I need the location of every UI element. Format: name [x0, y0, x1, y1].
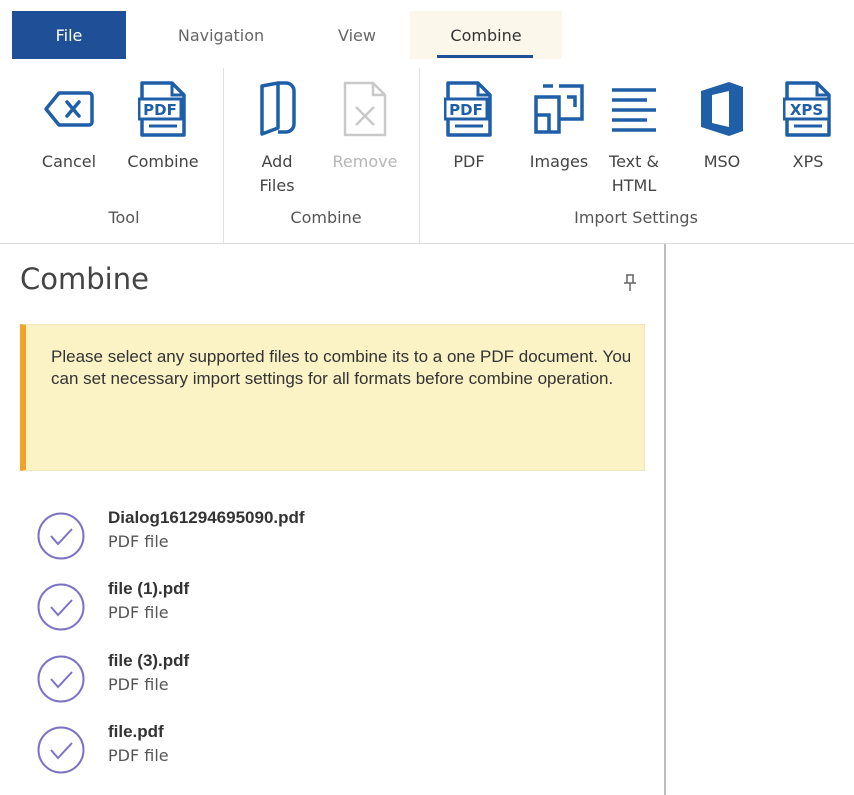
add-files-icon [247, 76, 307, 142]
import-mso-label: MSO [703, 152, 741, 171]
file-name: Dialog161294695090.pdf [108, 508, 305, 527]
import-pdf-button[interactable]: PDF PDF [436, 76, 502, 206]
cancel-label: Cancel [41, 152, 97, 171]
cancel-button[interactable]: Cancel [36, 76, 102, 206]
ribbon-tabs: File Navigation View Combine [0, 0, 854, 60]
file-name: file (3).pdf [108, 651, 190, 670]
pdf-icon-text: PDF [143, 101, 177, 119]
import-text-html-label: Text & HTML [609, 152, 659, 195]
import-xps-button[interactable]: XPS XPS [776, 76, 840, 206]
check-circle-icon [37, 655, 85, 703]
import-text-html-button[interactable]: Text & HTML [602, 76, 666, 206]
pdf-icon-text: PDF [449, 101, 483, 119]
file-type: PDF file [108, 532, 169, 551]
backspace-x-icon [39, 76, 99, 142]
check-circle-icon [37, 512, 85, 560]
remove-file-icon [335, 76, 395, 142]
import-xps-label: XPS [792, 152, 824, 171]
file-type: PDF file [108, 675, 169, 694]
combine-button[interactable]: PDF Combine [114, 76, 212, 206]
xps-icon-text: XPS [790, 101, 823, 119]
active-tab-underline [437, 55, 533, 58]
group-label-combine: Combine [290, 208, 362, 227]
ribbon: Cancel PDF Combine Tool Add Files Remove… [0, 60, 854, 244]
images-grid-icon [529, 76, 589, 142]
text-lines-icon [604, 76, 664, 142]
group-label-import-settings: Import Settings [574, 208, 698, 227]
file-list-item[interactable]: Dialog161294695090.pdf PDF file [36, 504, 636, 562]
import-images-label: Images [529, 152, 589, 171]
remove-label: Remove [332, 152, 398, 171]
info-notice: Please select any supported files to com… [20, 324, 645, 471]
check-circle-icon [37, 726, 85, 774]
combine-panel: Combine Please select any supported file… [0, 244, 662, 795]
file-list-item[interactable]: file.pdf PDF file [36, 718, 636, 776]
pin-icon[interactable] [622, 274, 638, 292]
tab-combine-label: Combine [450, 25, 522, 45]
tab-navigation[interactable]: Navigation [150, 11, 292, 59]
group-label-tool: Tool [108, 208, 140, 227]
file-type: PDF file [108, 603, 169, 622]
file-list-item[interactable]: file (1).pdf PDF file [36, 575, 636, 633]
check-circle-icon [37, 583, 85, 631]
pdf-document-icon: PDF [133, 76, 193, 142]
file-type: PDF file [108, 746, 169, 765]
combine-label: Combine [127, 152, 199, 171]
group-separator [223, 68, 224, 244]
xps-document-icon: XPS [778, 76, 838, 142]
import-pdf-label: PDF [453, 152, 485, 171]
remove-button[interactable]: Remove [322, 76, 408, 206]
add-files-label: Add Files [259, 152, 295, 195]
group-separator [419, 68, 420, 244]
file-list-item[interactable]: file (3).pdf PDF file [36, 647, 636, 705]
office-icon [692, 76, 752, 142]
add-files-button[interactable]: Add Files [244, 76, 310, 206]
tab-combine[interactable]: Combine [410, 11, 562, 59]
tab-view[interactable]: View [312, 11, 402, 59]
import-mso-button[interactable]: MSO [690, 76, 754, 206]
info-notice-text: Please select any supported files to com… [51, 347, 632, 388]
panel-title: Combine [20, 262, 149, 296]
pdf-document-icon: PDF [439, 76, 499, 142]
tab-file[interactable]: File [12, 11, 126, 59]
import-images-button[interactable]: Images [520, 76, 598, 206]
document-view-pane [666, 244, 854, 795]
file-name: file.pdf [108, 722, 164, 741]
file-name: file (1).pdf [108, 579, 190, 598]
